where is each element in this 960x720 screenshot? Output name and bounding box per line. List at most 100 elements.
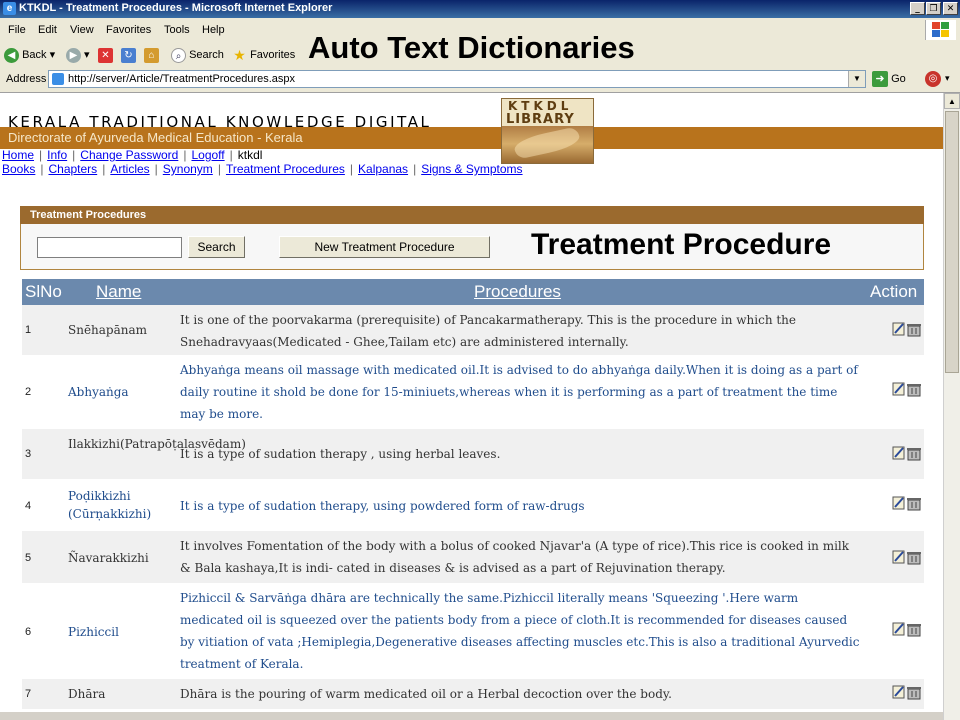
menu-view[interactable]: View xyxy=(70,24,94,36)
favorites-toolbar-button[interactable]: ★ Favorites xyxy=(232,46,295,64)
table-row: 6 Pizhiccil Pizhiccil & Sarvāṅga dhāra a… xyxy=(22,583,924,679)
nav-info[interactable]: Info xyxy=(47,148,67,162)
row-procedure: Pizhiccil & Sarvāṅga dhāra are technical… xyxy=(180,591,860,671)
nav-change-password[interactable]: Change Password xyxy=(80,148,178,162)
search-toolbar-label: Search xyxy=(189,49,224,61)
edit-icon[interactable] xyxy=(892,322,905,336)
nav-chapters[interactable]: Chapters xyxy=(48,162,97,176)
stop-button[interactable]: ✕ xyxy=(98,46,113,64)
row-procedure: It involves Fomentation of the body with… xyxy=(180,539,850,575)
nav-signs-symptoms[interactable]: Signs & Symptoms xyxy=(421,162,522,176)
nav-treatment-procedures[interactable]: Treatment Procedures xyxy=(226,162,345,176)
search-input[interactable] xyxy=(37,237,182,258)
back-button[interactable]: ◀ Back ▾ xyxy=(4,46,55,64)
edit-icon[interactable] xyxy=(892,550,905,564)
delete-icon[interactable] xyxy=(907,498,921,511)
forward-button[interactable]: ▶ ▾ xyxy=(66,46,90,64)
new-treatment-procedure-button[interactable]: New Treatment Procedure xyxy=(279,236,490,258)
window-titlebar: e KTKDL - Treatment Procedures - Microso… xyxy=(0,0,960,18)
logo-line-1: KTKDL xyxy=(508,99,573,113)
links-chevron-icon[interactable]: ▾ xyxy=(945,73,950,84)
scroll-up-icon[interactable]: ▲ xyxy=(944,93,960,109)
address-bar: Address http://server/Article/TreatmentP… xyxy=(0,68,960,93)
search-button[interactable]: Search xyxy=(188,236,245,258)
main-nav: Books | Chapters | Articles | Synonym | Treatmen… xyxy=(2,162,523,176)
menu-file[interactable]: File xyxy=(8,24,26,36)
edit-icon[interactable] xyxy=(892,382,905,396)
edit-icon[interactable] xyxy=(892,446,905,460)
links-icon[interactable]: ◎ xyxy=(925,71,941,87)
menu-help[interactable]: Help xyxy=(202,24,225,36)
scrollbar-thumb[interactable] xyxy=(945,111,959,373)
panel-heading: Treatment Procedures xyxy=(20,206,924,224)
delete-icon[interactable] xyxy=(907,552,921,565)
go-button[interactable]: ➜ Go xyxy=(872,71,906,87)
row-name: Snēhapānam xyxy=(68,323,148,337)
table-row: 1 Snēhapānam It is one of the poorvakarm… xyxy=(22,305,924,355)
delete-icon[interactable] xyxy=(907,687,921,700)
nav-articles[interactable]: Articles xyxy=(110,162,149,176)
ktkdl-logo: KTKDL LIBRARY xyxy=(501,98,594,164)
windows-logo-icon xyxy=(925,20,956,40)
nav-synonym[interactable]: Synonym xyxy=(163,162,213,176)
delete-icon[interactable] xyxy=(907,384,921,397)
delete-icon[interactable] xyxy=(907,324,921,337)
ie-page-icon: e xyxy=(3,2,16,15)
address-label: Address xyxy=(6,73,47,85)
row-name: Poḍikkizhi (Cūrṇakkizhi) xyxy=(68,489,152,521)
row-slno: 7 xyxy=(25,688,32,700)
back-label: Back xyxy=(22,49,47,61)
row-actions xyxy=(892,621,922,637)
edit-icon[interactable] xyxy=(892,496,905,510)
row-actions xyxy=(892,495,922,511)
overlay-caption: Auto Text Dictionaries xyxy=(308,30,635,65)
page-icon xyxy=(52,73,64,85)
palm-leaf-icon xyxy=(512,126,582,160)
restore-button[interactable]: ❐ xyxy=(926,2,941,15)
address-input[interactable]: http://server/Article/TreatmentProcedure… xyxy=(48,70,866,88)
row-procedure: It is a type of sudation therapy , using… xyxy=(180,447,501,461)
edit-icon[interactable] xyxy=(892,622,905,636)
back-arrow-icon: ◀ xyxy=(4,47,19,63)
row-procedure: It is a type of sudation therapy, using … xyxy=(180,499,585,513)
menu-tools[interactable]: Tools xyxy=(164,24,190,36)
refresh-icon: ↻ xyxy=(121,47,136,63)
org-banner: Directorate of Ayurveda Medical Educatio… xyxy=(0,127,943,149)
edit-icon[interactable] xyxy=(892,685,905,699)
header-slno: SlNo xyxy=(25,282,62,301)
close-button[interactable]: ✕ xyxy=(943,2,958,15)
home-button[interactable]: ⌂ xyxy=(144,46,159,64)
nav-home[interactable]: Home xyxy=(2,148,34,162)
menu-edit[interactable]: Edit xyxy=(38,24,57,36)
row-name: Ñavarakkizhi xyxy=(68,551,149,565)
minimize-button[interactable]: _ xyxy=(910,2,925,15)
window-title: KTKDL - Treatment Procedures - Microsoft… xyxy=(19,2,333,14)
status-bar xyxy=(0,712,943,720)
nav-kalpanas[interactable]: Kalpanas xyxy=(358,162,408,176)
refresh-button[interactable]: ↻ xyxy=(121,46,136,64)
row-procedure: Dhāra is the pouring of warm medicated o… xyxy=(180,687,672,701)
magnifier-icon: ⌕ xyxy=(171,47,186,63)
delete-icon[interactable] xyxy=(907,624,921,637)
header-action: Action xyxy=(870,282,918,301)
search-toolbar-button[interactable]: ⌕ Search xyxy=(171,46,224,64)
forward-arrow-icon: ▶ xyxy=(66,47,81,63)
nav-logoff[interactable]: Logoff xyxy=(191,148,224,162)
logo-line-2: LIBRARY xyxy=(506,112,575,127)
row-name: Ilakkizhi(Patrapōṭalasvēdam) xyxy=(68,437,246,451)
nav-books[interactable]: Books xyxy=(2,162,35,176)
address-url: http://server/Article/TreatmentProcedure… xyxy=(68,73,296,85)
header-name-sort[interactable]: Name xyxy=(96,282,141,301)
row-actions xyxy=(892,549,922,565)
header-procedures-sort[interactable]: Procedures xyxy=(474,282,561,301)
row-slno: 5 xyxy=(25,552,32,564)
menu-favorites[interactable]: Favorites xyxy=(106,24,151,36)
table-row: 3 Ilakkizhi(Patrapōṭalasvēdam) It is a t… xyxy=(22,429,924,479)
home-icon: ⌂ xyxy=(144,47,159,63)
table-header: SlNo Name Procedures Action xyxy=(22,279,924,305)
delete-icon[interactable] xyxy=(907,448,921,461)
row-name: Pizhiccil xyxy=(68,625,119,639)
vertical-scrollbar[interactable]: ▲ xyxy=(943,93,960,720)
address-dropdown-icon[interactable]: ▼ xyxy=(848,71,865,87)
page-viewport: KERALA TRADITIONAL KNOWLEDGE DIGITAL Dir… xyxy=(0,93,943,720)
